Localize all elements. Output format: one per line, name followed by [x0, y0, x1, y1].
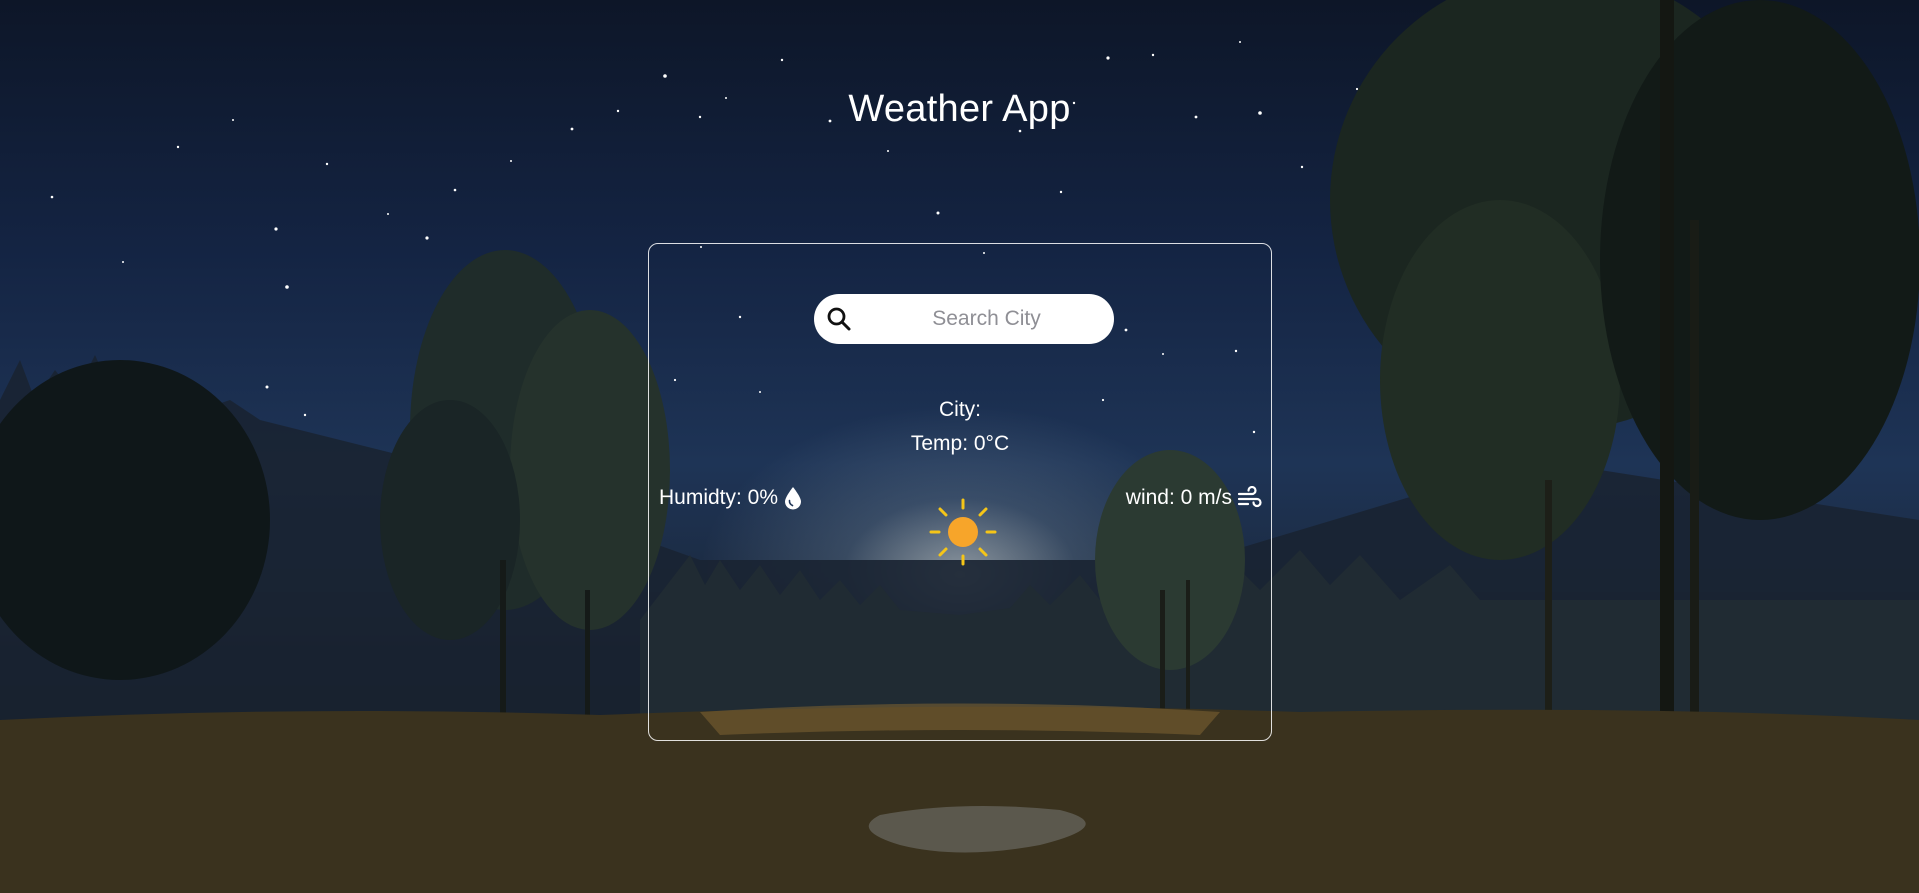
weather-card: City: Temp: 0°C Humidty: 0% wind: 0 m/s	[648, 243, 1272, 741]
temperature-label: Temp: 0°C	[910, 432, 1010, 455]
page-title: Weather App	[848, 88, 1071, 130]
city-label: City:	[939, 398, 981, 421]
wind-readout: wind: 0 m/s	[1126, 486, 1263, 510]
wind-icon	[1237, 486, 1262, 508]
humidity-label: Humidty: 0%	[659, 486, 779, 509]
search-icon[interactable]	[825, 305, 853, 333]
wind-label: wind: 0 m/s	[1125, 486, 1232, 509]
search-box[interactable]	[814, 294, 1114, 344]
search-input[interactable]	[874, 300, 1099, 338]
sun-icon	[929, 498, 997, 566]
droplet-icon	[785, 487, 802, 510]
humidity-readout: Humidty: 0%	[659, 486, 803, 510]
